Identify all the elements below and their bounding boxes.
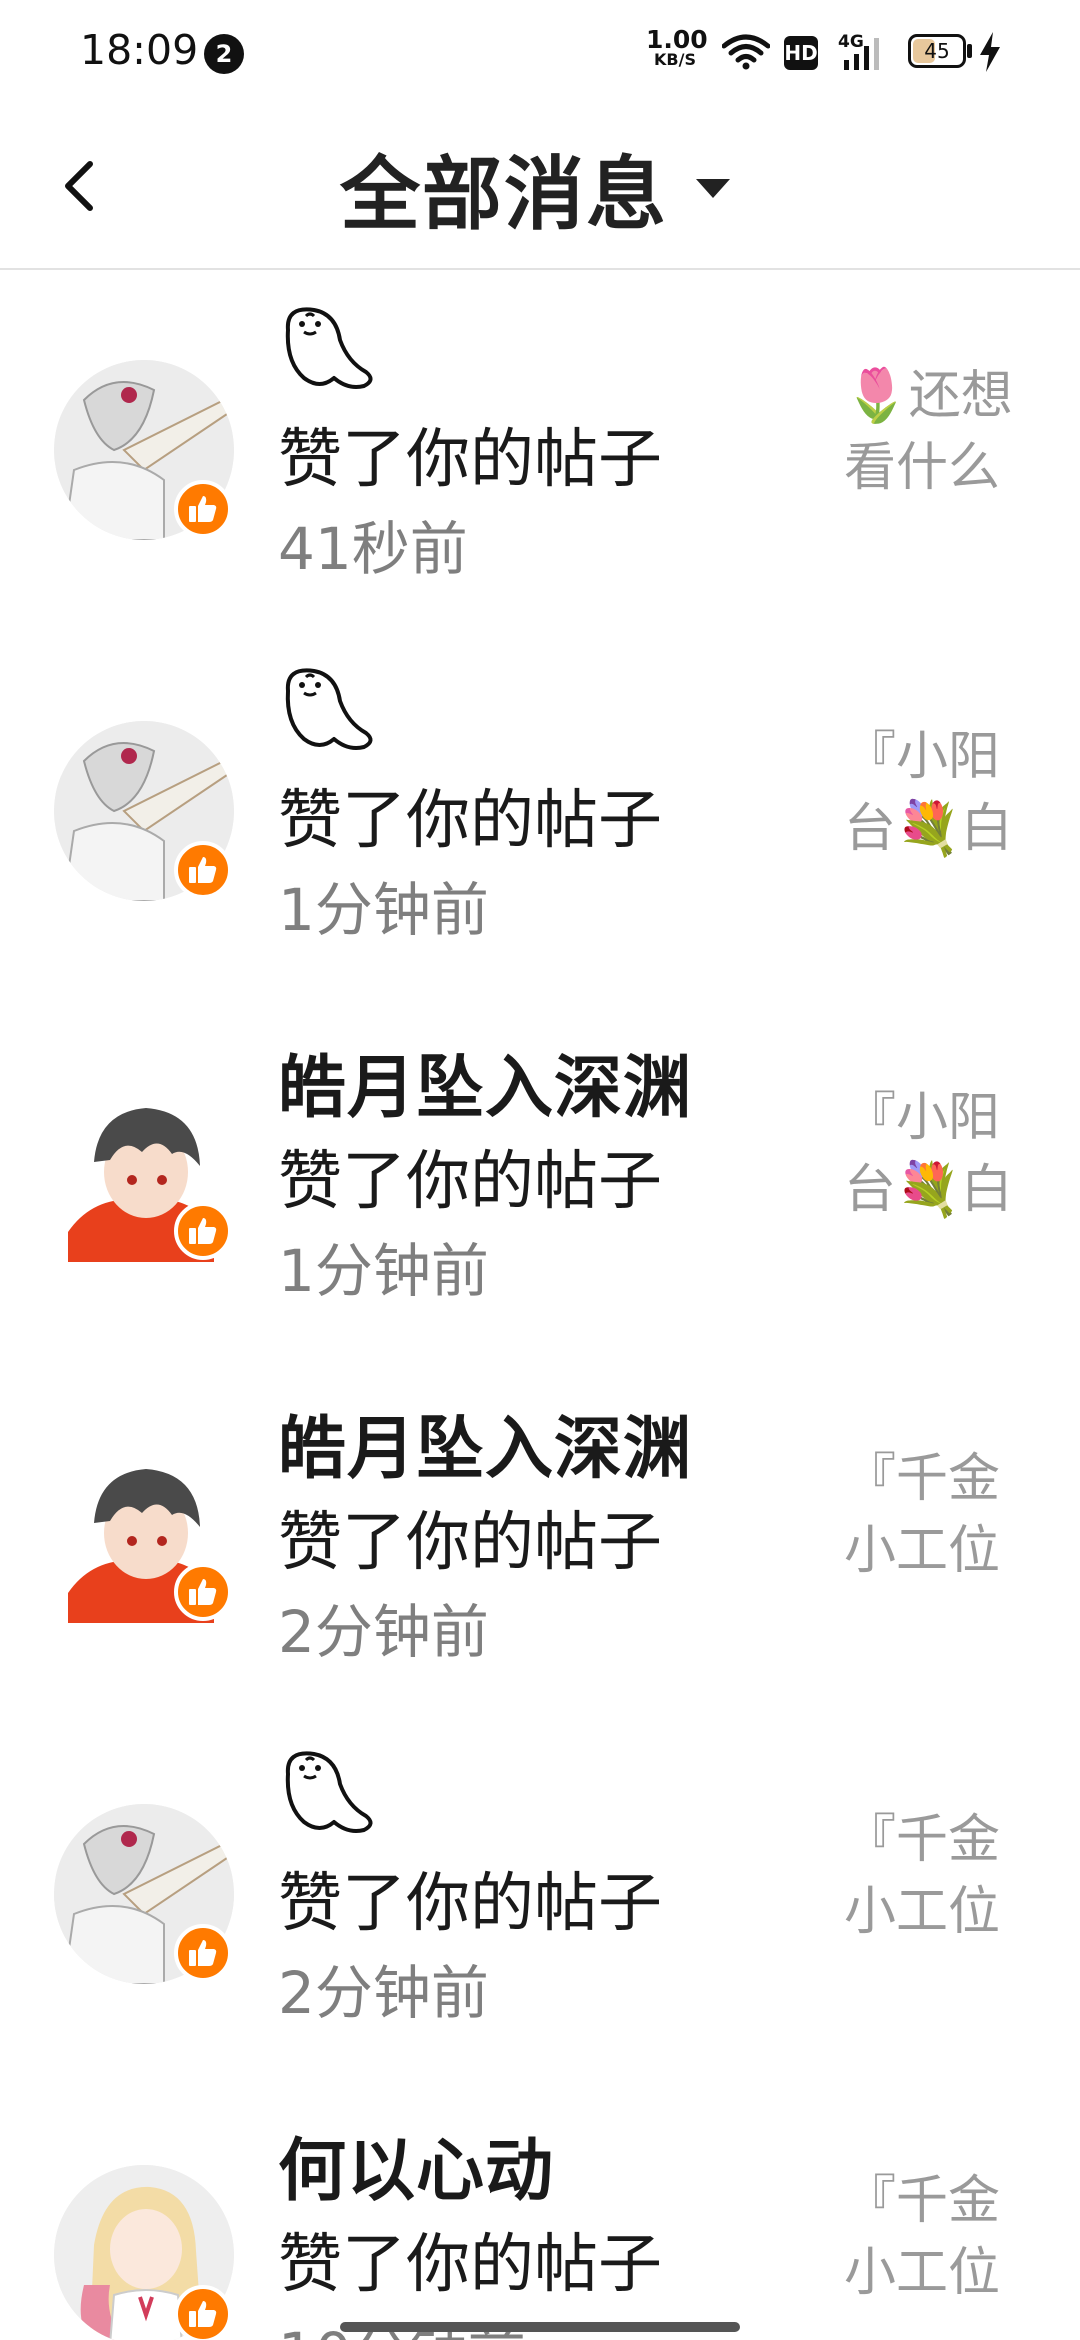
page-title: 全部消息 — [340, 148, 668, 241]
thumbs-up-icon — [189, 1218, 217, 1244]
message-action-text: 赞了你的帖子 — [278, 1867, 662, 1941]
like-badge — [174, 1924, 232, 1982]
message-action-text: 赞了你的帖子 — [278, 1145, 662, 1219]
messages-screen: 18:09 2 1.00 KB/S HD 4G 45 全部消息 赞了你的帖子 4… — [0, 0, 1080, 2340]
cartoon-seal-emoji — [285, 307, 373, 389]
wifi-icon — [722, 34, 770, 70]
hd-icon: HD — [784, 36, 818, 70]
notification-count-badge: 2 — [204, 34, 244, 74]
message-timestamp: 2分钟前 — [278, 1598, 489, 1666]
message-item[interactable]: 何以心动 赞了你的帖子 10分钟前 『千金小工位🌷』 — [0, 2075, 1080, 2340]
post-preview-thumbnail[interactable]: 『千金小工位🌷』 — [844, 1443, 1026, 1593]
status-time: 18:09 — [80, 26, 199, 74]
message-action-text: 赞了你的帖子 — [278, 423, 662, 497]
home-indicator[interactable] — [340, 2322, 740, 2332]
message-filter-dropdown[interactable]: 全部消息 — [340, 138, 730, 241]
sender-username[interactable]: 何以心动 — [278, 2115, 554, 2214]
message-timestamp: 2分钟前 — [278, 1959, 489, 2027]
like-badge — [174, 2285, 232, 2340]
message-timestamp: 41秒前 — [278, 515, 468, 583]
message-item[interactable]: 赞了你的帖子 2分钟前 『千金小工位🌷』 — [0, 1714, 1080, 2075]
battery-icon: 45 — [908, 34, 966, 68]
thumbs-up-icon — [189, 857, 217, 883]
back-arrow-icon[interactable] — [52, 156, 112, 216]
sender-username[interactable]: 皓月坠入深渊 — [278, 1393, 692, 1492]
network-speed-value: 1.00 — [646, 25, 708, 54]
like-badge — [174, 1202, 232, 1260]
message-list: 赞了你的帖子 41秒前 🌷还想看什么家居 — [0, 270, 1080, 2340]
sender-username[interactable]: 皓月坠入深渊 — [278, 1032, 692, 1131]
caret-down-icon — [696, 178, 730, 198]
post-preview-thumbnail[interactable]: 『小阳台💐白色系? — [844, 1082, 1026, 1232]
like-badge — [174, 1563, 232, 1621]
like-badge — [174, 480, 232, 538]
network-speed-unit: KB/S — [654, 50, 696, 69]
thumbs-up-icon — [189, 496, 217, 522]
top-nav-bar: 全部消息 — [0, 108, 1080, 270]
status-bar: 18:09 2 1.00 KB/S HD 4G 45 — [0, 0, 1080, 108]
network-type-label: 4G — [838, 32, 864, 52]
message-item[interactable]: 赞了你的帖子 1分钟前 『小阳台💐白色系? — [0, 631, 1080, 992]
network-speed: 1.00 KB/S — [646, 25, 708, 70]
message-item[interactable]: 赞了你的帖子 41秒前 🌷还想看什么家居 — [0, 270, 1080, 631]
thumbs-up-icon — [189, 1940, 217, 1966]
message-action-text: 赞了你的帖子 — [278, 784, 662, 858]
cartoon-seal-emoji — [285, 668, 373, 750]
thumbs-up-icon — [189, 1579, 217, 1605]
like-badge — [174, 841, 232, 899]
battery-level: 45 — [924, 39, 950, 63]
charging-bolt-icon — [980, 32, 1000, 72]
message-timestamp: 1分钟前 — [278, 1237, 489, 1305]
cartoon-seal-emoji — [285, 1751, 373, 1833]
post-preview-thumbnail[interactable]: 『小阳台💐白色系? — [844, 721, 1026, 871]
post-preview-thumbnail[interactable]: 『千金小工位🌷』 — [844, 1804, 1026, 1954]
message-item[interactable]: 皓月坠入深渊 赞了你的帖子 1分钟前 『小阳台💐白色系? — [0, 992, 1080, 1353]
message-action-text: 赞了你的帖子 — [278, 2228, 662, 2302]
post-preview-thumbnail[interactable]: 🌷还想看什么家居 — [844, 360, 1026, 510]
signal-4g-icon: 4G — [838, 32, 879, 70]
message-timestamp: 1分钟前 — [278, 876, 489, 944]
message-item[interactable]: 皓月坠入深渊 赞了你的帖子 2分钟前 『千金小工位🌷』 — [0, 1353, 1080, 1714]
battery-nub — [967, 44, 972, 58]
post-preview-thumbnail[interactable]: 『千金小工位🌷』 — [844, 2165, 1026, 2315]
message-action-text: 赞了你的帖子 — [278, 1506, 662, 1580]
thumbs-up-icon — [189, 2301, 217, 2327]
